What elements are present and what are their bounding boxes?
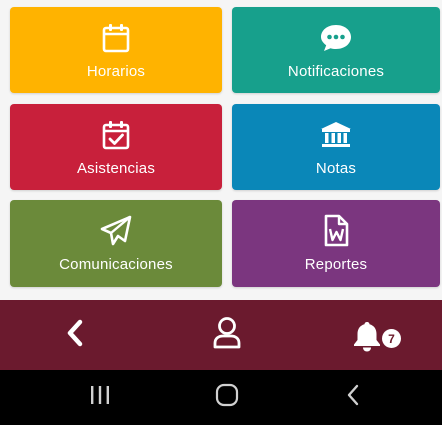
- tile-label: Notificaciones: [287, 62, 385, 80]
- tile-horarios[interactable]: Horarios: [10, 7, 222, 93]
- home-icon: [215, 383, 239, 412]
- chevron-left-icon: [64, 319, 86, 352]
- tile-label: Asistencias: [76, 159, 156, 177]
- tile-label: Comunicaciones: [59, 256, 173, 273]
- tile-reportes[interactable]: Reportes: [232, 200, 440, 287]
- calendar-check-icon: [99, 118, 133, 152]
- tile-notificaciones[interactable]: Notificaciones: [232, 7, 440, 93]
- tile-comunicaciones[interactable]: Comunicaciones: [10, 200, 222, 287]
- user-icon: [212, 316, 242, 355]
- system-navigation-bar: [0, 370, 442, 425]
- bell-icon: [352, 320, 382, 357]
- tile-notas[interactable]: Notas: [232, 104, 440, 190]
- menu-grid: Horarios Notificaciones Asistencias Nota…: [0, 0, 442, 300]
- tile-label: Horarios: [86, 62, 146, 80]
- bottom-navigation-bar: 7: [0, 300, 442, 370]
- notifications-button[interactable]: 7: [340, 300, 420, 370]
- tile-label: Notas: [315, 159, 357, 177]
- calendar-icon: [99, 21, 133, 55]
- chat-bubble-icon: [319, 21, 353, 55]
- notification-count-badge: 7: [382, 329, 401, 348]
- back-button[interactable]: [40, 300, 110, 370]
- profile-button[interactable]: [192, 300, 262, 370]
- home-button[interactable]: [192, 370, 262, 425]
- paper-plane-icon: [99, 214, 133, 248]
- recent-apps-button[interactable]: [65, 370, 135, 425]
- back-icon: [345, 384, 361, 411]
- system-back-button[interactable]: [318, 370, 388, 425]
- word-file-icon: [319, 214, 353, 248]
- recent-apps-icon: [89, 385, 111, 410]
- institution-icon: [319, 118, 353, 152]
- tile-label: Reportes: [304, 256, 368, 273]
- tile-asistencias[interactable]: Asistencias: [10, 104, 222, 190]
